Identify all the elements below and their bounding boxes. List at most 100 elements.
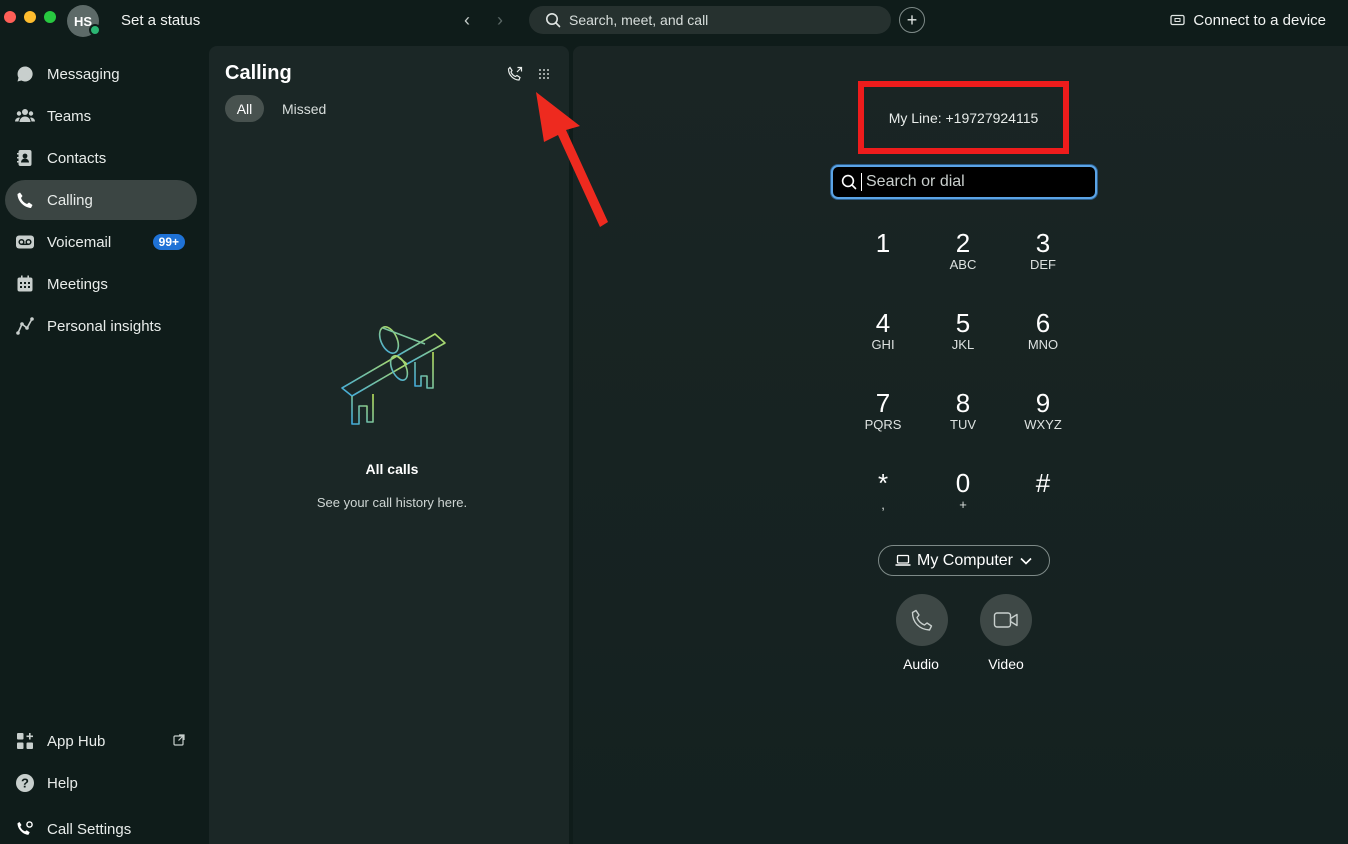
dial-key-letters: WXYZ — [1024, 417, 1062, 432]
sidebar-item-label: Help — [47, 774, 78, 792]
sidebar-item-teams[interactable]: Teams — [5, 96, 197, 136]
insights-icon — [15, 316, 35, 336]
sidebar-item-contacts[interactable]: Contacts — [5, 138, 197, 178]
device-icon — [1170, 14, 1186, 26]
dial-key-6[interactable]: 6 MNO — [1013, 309, 1073, 353]
call-history-panel: Calling All Missed All calls See your ca… — [209, 46, 569, 844]
empty-calls-illustration — [341, 326, 446, 425]
sidebar-item-app-hub[interactable]: App Hub — [5, 721, 197, 761]
dial-key-5[interactable]: 5 JKL — [933, 309, 993, 353]
dial-key-digit: 1 — [875, 228, 891, 258]
search-icon — [841, 174, 857, 190]
svg-text:?: ? — [21, 776, 29, 791]
dial-key-digit: 3 — [1035, 228, 1051, 258]
empty-state-title: All calls — [365, 461, 419, 477]
global-search-placeholder: Search, meet, and call — [569, 12, 709, 28]
voicemail-count-badge: 99+ — [152, 234, 185, 250]
sidebar-item-label: Voicemail — [47, 233, 112, 251]
text-caret — [861, 173, 862, 191]
top-bar: HS Set a status ‹ › Search, meet, and ca… — [0, 0, 1348, 42]
dial-key-digit: 2 — [955, 228, 971, 258]
sidebar-item-personal-insights[interactable]: Personal insights — [5, 306, 197, 346]
dial-key-letters: , — [881, 497, 885, 512]
global-search-input[interactable]: Search, meet, and call — [529, 6, 891, 34]
sidebar-item-label: App Hub — [47, 732, 106, 750]
connect-device-label: Connect to a device — [1193, 12, 1326, 29]
dial-key-star[interactable]: *, — [853, 469, 913, 513]
video-call-button[interactable] — [980, 594, 1032, 646]
sidebar-item-voicemail[interactable]: Voicemail 99+ — [5, 222, 197, 262]
search-or-dial-field[interactable] — [831, 165, 1097, 199]
sidebar-item-messaging[interactable]: Messaging — [5, 54, 197, 94]
sidebar-item-label: Calling — [47, 191, 93, 209]
connect-device-button[interactable]: Connect to a device — [1170, 12, 1326, 29]
sidebar-item-calling[interactable]: Calling — [5, 180, 197, 220]
dial-key-digit: 7 — [875, 388, 891, 418]
app-hub-icon — [15, 731, 35, 751]
dial-key-digit: 9 — [1035, 388, 1051, 418]
phone-icon — [15, 190, 35, 210]
sidebar-item-call-settings[interactable]: Call Settings — [5, 809, 197, 844]
video-call-label: Video — [988, 656, 1024, 672]
audio-call-button[interactable] — [896, 594, 948, 646]
set-status-button[interactable]: Set a status — [121, 12, 200, 29]
call-device-label: My Computer — [916, 551, 1014, 569]
minimize-window-button[interactable] — [24, 11, 36, 23]
calendar-icon — [15, 274, 35, 294]
my-line-label: My Line: +19727924115 — [888, 109, 1039, 126]
help-icon: ? — [15, 773, 35, 793]
dial-key-digit: 8 — [955, 388, 971, 418]
new-call-icon[interactable] — [507, 66, 523, 87]
voicemail-icon — [15, 232, 35, 252]
sidebar-item-label: Personal insights — [47, 317, 162, 335]
dial-key-letters: JKL — [951, 337, 975, 352]
dial-key-9[interactable]: 9 WXYZ — [1013, 389, 1073, 433]
presence-indicator — [89, 24, 101, 36]
external-link-icon — [173, 733, 185, 750]
dial-key-digit: * — [877, 468, 889, 498]
sidebar-item-help[interactable]: ? Help — [5, 763, 197, 803]
dial-key-3[interactable]: 3 DEF — [1013, 229, 1073, 273]
dial-key-letters: GHI — [871, 337, 895, 352]
sidebar-item-label: Call Settings — [47, 820, 132, 838]
dial-key-letters: MNO — [1027, 337, 1059, 352]
dial-key-letters: PQRS — [864, 417, 902, 432]
dial-key-8[interactable]: 8 TUV — [933, 389, 993, 433]
sidebar-item-label: Meetings — [47, 275, 108, 293]
call-device-dropdown[interactable]: My Computer — [878, 545, 1050, 576]
sidebar: Messaging Teams Contacts Calling Voicema… — [0, 42, 205, 844]
dial-key-digit: 5 — [955, 308, 971, 338]
dial-key-digit: 6 — [1035, 308, 1051, 338]
filter-all-button[interactable]: All — [225, 95, 264, 122]
empty-state-subtitle: See your call history here. — [316, 495, 468, 510]
sidebar-item-label: Teams — [47, 107, 92, 125]
dial-key-7[interactable]: 7 PQRS — [853, 389, 913, 433]
maximize-window-button[interactable] — [44, 11, 56, 23]
laptop-icon — [895, 554, 911, 566]
search-icon — [546, 13, 561, 28]
dial-key-digit: 4 — [875, 308, 891, 338]
back-arrow-icon[interactable]: ‹ — [464, 10, 470, 30]
dial-key-letters: + — [959, 497, 967, 512]
dial-key-2[interactable]: 2 ABC — [933, 229, 993, 273]
sidebar-item-meetings[interactable]: Meetings — [5, 264, 197, 304]
my-line-highlight-box: My Line: +19727924115 — [858, 81, 1069, 154]
video-camera-icon — [993, 612, 1018, 628]
panel-title: Calling — [225, 62, 292, 84]
people-icon — [15, 106, 35, 126]
filter-missed-button[interactable]: Missed — [282, 101, 326, 117]
dial-key-4[interactable]: 4 GHI — [853, 309, 913, 353]
search-or-dial-input[interactable] — [866, 173, 1086, 191]
dialpad-icon[interactable] — [538, 67, 550, 85]
close-window-button[interactable] — [4, 11, 16, 23]
dial-key-1[interactable]: 1 — [853, 229, 913, 257]
plus-button[interactable]: + — [899, 7, 925, 33]
call-settings-icon — [15, 819, 35, 839]
dial-key-letters: DEF — [1030, 257, 1056, 272]
forward-arrow-icon[interactable]: › — [497, 10, 503, 30]
dial-key-0[interactable]: 0 + — [933, 469, 993, 513]
dial-key-hash[interactable]: # — [1013, 469, 1073, 497]
dial-key-letters: ABC — [949, 257, 977, 272]
chat-bubble-icon — [15, 64, 35, 84]
chevron-down-icon — [1020, 557, 1032, 565]
